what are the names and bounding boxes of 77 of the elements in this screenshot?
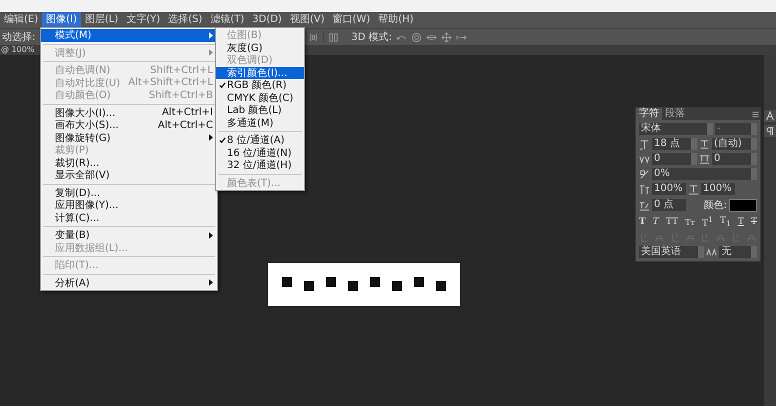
tsume-icon (639, 168, 650, 180)
type-style-button[interactable]: TT (666, 217, 678, 227)
menu-bar-item[interactable]: 图层(L) (80, 12, 122, 28)
menu-item[interactable]: 图像大小(I)... Alt+Ctrl+I (41, 106, 217, 119)
font-style-dropdown[interactable]: - (715, 123, 757, 135)
type-style-button[interactable]: T$^{1}$ (702, 215, 713, 229)
kerning-icon (639, 154, 650, 164)
antialias-dropdown[interactable]: 无 (719, 246, 757, 258)
type-style-button[interactable]: T$_{1}$ (720, 216, 731, 228)
type-style-button[interactable]: T (639, 217, 646, 227)
menu-item[interactable]: 索引颜色(I)... (216, 66, 304, 79)
antialias-icon (706, 246, 718, 258)
type-style-button[interactable]: T (750, 217, 757, 227)
move-icon[interactable] (441, 32, 452, 42)
roll-3d-icon[interactable] (411, 32, 422, 42)
opentype-feature-icon[interactable] (639, 232, 650, 243)
menu-bar-item[interactable]: 滤镜(T) (206, 12, 248, 28)
tracking-icon (699, 154, 710, 164)
menu-bar-item[interactable]: 选择(S) (164, 12, 206, 28)
menu-item[interactable]: 画布大小(S)... Alt+Ctrl+C (41, 119, 217, 132)
menu-bar-item[interactable]: 图像(I) (42, 12, 81, 28)
menu-item[interactable]: 8 位/通道(A) (216, 134, 304, 146)
tracking-field[interactable]: 0 (712, 153, 757, 165)
menu-bar-item[interactable]: 视图(V) (286, 12, 328, 28)
font-family-dropdown[interactable]: 宋体 (639, 123, 713, 135)
menu-item[interactable]: 图像旋转(G) (41, 132, 217, 144)
type-style-button[interactable]: Tт (685, 218, 695, 226)
menu-item[interactable]: 多通道(M) (216, 116, 304, 129)
menu-item[interactable]: 裁切(R)... (41, 156, 217, 169)
menu-item[interactable]: 计算(C)... (41, 212, 217, 224)
menu-item[interactable]: 模式(M) (41, 29, 217, 42)
opentype-feature-icon[interactable] (700, 232, 712, 243)
distribute-icon[interactable] (308, 32, 320, 42)
type-style-button[interactable]: T (738, 217, 744, 227)
horizontal-scale-field[interactable]: 100% (701, 183, 735, 195)
menu-bar-item[interactable]: 窗口(W) (328, 12, 374, 28)
menu-bar-item[interactable]: 文字(Y) (122, 12, 164, 28)
tool-option-label: 动选择: (2, 30, 36, 44)
paragraph-panel-button[interactable] (764, 125, 776, 137)
leading-icon (699, 138, 710, 150)
opentype-feature-icon[interactable] (730, 232, 742, 243)
baseline-shift-field[interactable]: 0 点 (652, 199, 686, 211)
font-size-icon (639, 138, 650, 150)
opentype-feature-icon[interactable] (670, 232, 681, 243)
panel-tab[interactable]: 段落 (662, 108, 688, 120)
panel-menu-icon[interactable] (751, 110, 760, 118)
language-dropdown[interactable]: 美国英语 (639, 246, 704, 258)
horizontal-scale-icon (688, 184, 699, 194)
menu-item[interactable]: 显示全部(V) (41, 169, 217, 182)
type-style-button[interactable]: T (652, 217, 659, 227)
menu-item[interactable]: 16 位/通道(N) (216, 146, 304, 159)
color-swatch[interactable] (729, 198, 757, 212)
document-tab[interactable]: @ 100% (0, 45, 34, 55)
vertical-scale-field[interactable]: 100% (652, 183, 686, 195)
color-label: 颜色: (704, 198, 727, 212)
character-panel-button[interactable] (764, 110, 776, 122)
menu-item[interactable]: 32 位/通道(H) (216, 159, 304, 172)
menu-item[interactable]: 应用图像(Y)... (41, 199, 217, 212)
leading-field[interactable]: (自动) (712, 138, 757, 150)
baseline-shift-icon (639, 200, 650, 210)
menu-bar-item[interactable]: 编辑(E) (0, 12, 42, 28)
menu-item[interactable]: 变量(B) (41, 229, 217, 242)
menu-bar-item[interactable]: 帮助(H) (374, 12, 418, 28)
auto-align-icon[interactable] (328, 32, 340, 42)
3d-mode-label: 3D 模式: (351, 30, 392, 44)
menu-item[interactable]: 复制(D)... (41, 186, 217, 199)
tsume-field[interactable]: 0% (652, 168, 757, 180)
font-size-field[interactable]: 18 点 (652, 138, 697, 150)
kerning-field[interactable]: 0 (652, 153, 697, 165)
menu-bar-item[interactable]: 3D(D) (248, 12, 286, 28)
menu-item[interactable]: 分析(A) (41, 276, 217, 289)
menu-item[interactable]: Lab 颜色(L) (216, 104, 304, 116)
menu-item[interactable]: 灰度(G) (216, 42, 304, 54)
panel-tab[interactable]: 字符 (636, 108, 662, 120)
vertical-scale-icon (639, 184, 650, 194)
menu-item[interactable]: RGB 颜色(R) (216, 79, 304, 92)
menu-item[interactable]: CMYK 颜色(C) (216, 92, 304, 104)
